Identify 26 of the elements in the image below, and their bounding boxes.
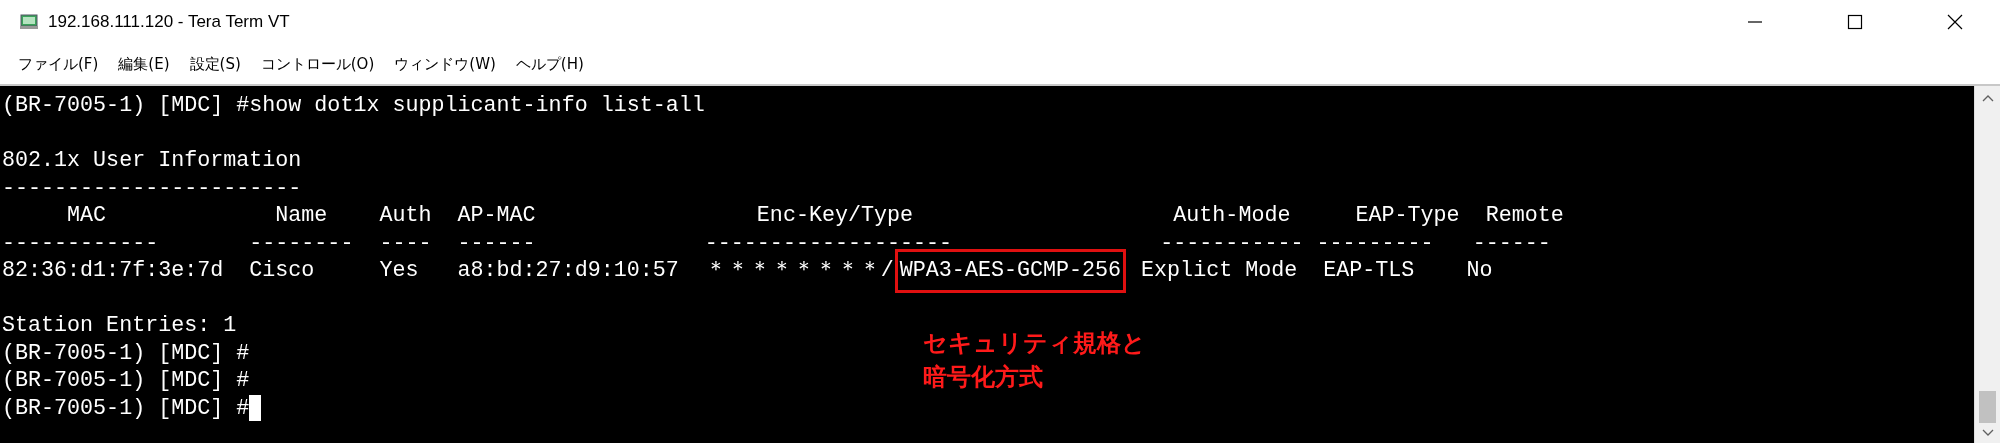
highlighted-text: WPA3-AES-GCMP-256 — [894, 249, 1127, 293]
terminal-app-icon — [20, 14, 38, 30]
terminal-line: 802.1x User Information — [2, 147, 302, 175]
terminal-line: Explict Mode EAP-TLS No — [1140, 257, 1493, 285]
terminal-line: (BR-7005-1) [MDC] # — [2, 339, 250, 367]
terminal-line: 82:36:d1:7f:3e:7d Cisco Yes a8:bd:27:d9:10:57 ＊＊＊＊＊＊＊＊/ — [2, 257, 894, 285]
menu-item[interactable]: ウィンドウ(W) — [384, 50, 506, 78]
terminal-line: MAC Name Auth AP-MAC Enc-Key/Type Auth-Mode EAP-Type Remote — [66, 202, 1564, 230]
maximize-icon[interactable] — [1847, 14, 1863, 30]
annotation-label: セキュリティ規格と — [923, 328, 1146, 359]
menu-item[interactable]: ファイル(F) — [8, 50, 109, 78]
window-title: 192.168.111.120 - Tera Term VT — [48, 12, 291, 32]
annotation-label: 暗号化方式 — [923, 362, 1043, 393]
scrollbar-thumb[interactable] — [1979, 391, 1996, 423]
scroll-down-icon[interactable] — [1981, 429, 1994, 437]
terminal-line: Station Entries: 1 — [2, 312, 237, 340]
menu-item[interactable]: 編集(E) — [108, 50, 180, 78]
terminal-line: (BR-7005-1) [MDC] # — [2, 367, 250, 395]
menu-item[interactable]: ヘルプ(H) — [505, 50, 594, 78]
close-icon[interactable] — [1947, 14, 1963, 30]
terminal-line: ----------------------- — [2, 174, 302, 202]
scroll-up-icon[interactable] — [1981, 94, 1994, 102]
terminal-line: (BR-7005-1) [MDC] # — [2, 394, 250, 422]
terminal-line: (BR-7005-1) [MDC] #show dot1x supplicant-info list-all — [2, 92, 705, 120]
menu-item[interactable]: コントロール(O) — [250, 50, 385, 78]
menu-item[interactable]: 設定(S) — [179, 50, 251, 78]
